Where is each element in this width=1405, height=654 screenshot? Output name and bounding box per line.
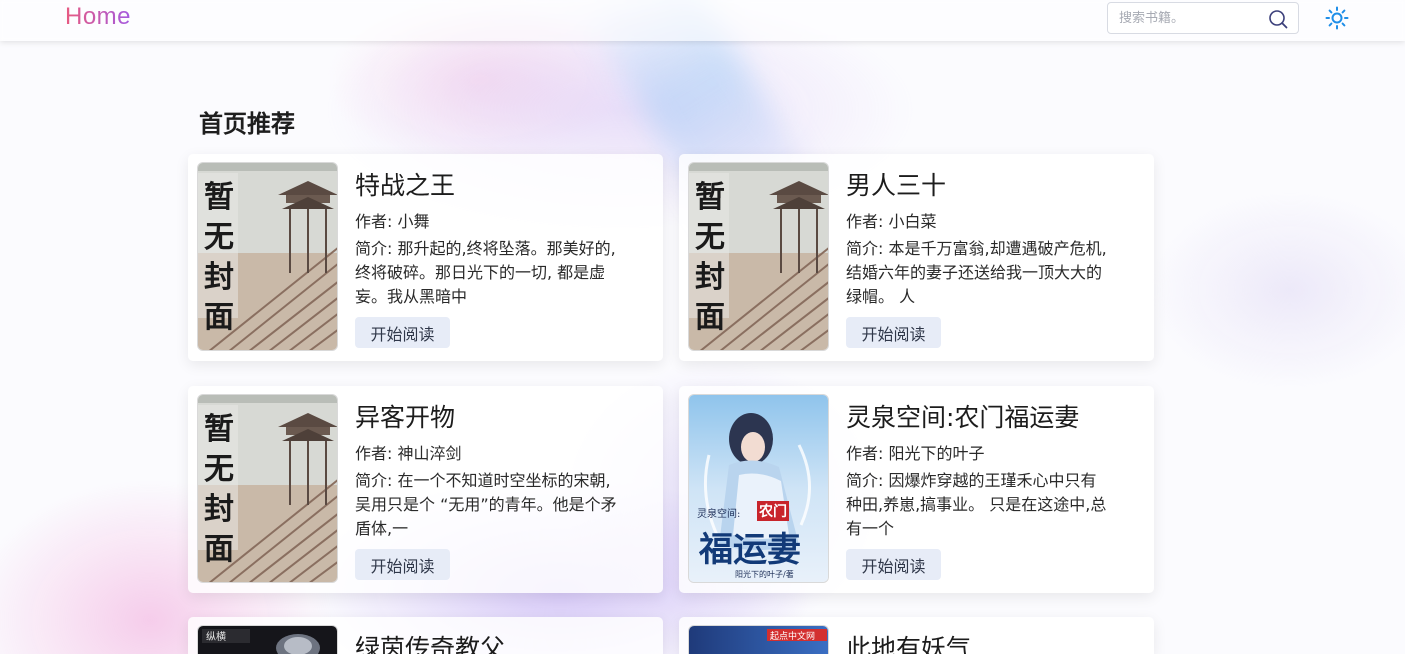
book-cover[interactable]: 灵泉空间: 农门 福运妻 阳光下的叶子/著 bbox=[688, 394, 829, 583]
cover-placeholder-char: 封 bbox=[204, 492, 234, 527]
cover-seal-text: 农门 bbox=[758, 503, 787, 520]
book-cover[interactable]: 暂 无 封 面 bbox=[197, 394, 338, 583]
book-card[interactable]: 起点中文网 此地有妖气 bbox=[679, 617, 1154, 654]
cover-brand-text: 起点中文网 bbox=[770, 630, 815, 642]
start-reading-button[interactable]: 开始阅读 bbox=[846, 549, 941, 580]
cover-placeholder-char: 暂 bbox=[695, 180, 725, 215]
top-navbar: Home bbox=[0, 0, 1405, 41]
cover-placeholder-char: 面 bbox=[204, 532, 234, 567]
search-input[interactable] bbox=[1108, 3, 1258, 33]
book-card[interactable]: 暂 无 封 面 特战之王 作者: 小舞 简介: 那升起的,终将坠落。那美好的,终… bbox=[188, 154, 663, 361]
cover-placeholder-char: 面 bbox=[204, 300, 234, 335]
section-title: 首页推荐 bbox=[199, 110, 295, 138]
book-card[interactable]: 暂 无 封 面 男人三十 作者: 小白菜 简介: 本是千万富翁,却遭遇破产危机,… bbox=[679, 154, 1154, 361]
cover-author-text: 阳光下的叶子/著 bbox=[735, 569, 794, 579]
book-cover[interactable]: 起点中文网 bbox=[688, 625, 829, 654]
cover-placeholder-char: 无 bbox=[695, 220, 725, 255]
book-title[interactable]: 异客开物 bbox=[355, 398, 455, 434]
search-box[interactable] bbox=[1107, 2, 1299, 34]
cover-big-text: 福运妻 bbox=[698, 530, 801, 570]
book-description: 简介: 在一个不知道时空坐标的宋朝,吴用只是个 “无用”的青年。他是个矛盾体,一 bbox=[355, 471, 617, 538]
book-title[interactable]: 男人三十 bbox=[846, 166, 946, 202]
book-cover[interactable]: 暂 无 封 面 bbox=[688, 162, 829, 351]
cover-placeholder-char: 暂 bbox=[204, 180, 234, 215]
cover-brand-text: 纵横 bbox=[206, 630, 226, 643]
book-author: 作者: 小白菜 bbox=[846, 212, 937, 231]
cover-placeholder-char: 封 bbox=[204, 260, 234, 295]
book-author: 作者: 阳光下的叶子 bbox=[846, 444, 985, 463]
start-reading-button[interactable]: 开始阅读 bbox=[355, 549, 450, 580]
book-description: 简介: 本是千万富翁,却遭遇破产危机,结婚六年的妻子还送给我一顶大大的绿帽。 人 bbox=[846, 239, 1107, 306]
book-description: 简介: 因爆炸穿越的王瑾禾心中只有种田,养崽,搞事业。 只是在这途中,总有一个 bbox=[846, 471, 1107, 538]
start-reading-button[interactable]: 开始阅读 bbox=[846, 317, 941, 348]
book-title[interactable]: 特战之王 bbox=[355, 166, 455, 202]
book-card[interactable]: 暂 无 封 面 异客开物 作者: 神山淬剑 简介: 在一个不知道时空坐标的宋朝,… bbox=[188, 386, 663, 593]
cover-placeholder-char: 无 bbox=[204, 452, 234, 487]
book-card[interactable]: 灵泉空间: 农门 福运妻 阳光下的叶子/著 灵泉空间:农门福运妻 作者: 阳光下… bbox=[679, 386, 1154, 593]
book-cover[interactable]: 纵横 bbox=[197, 625, 338, 654]
search-icon[interactable] bbox=[1268, 9, 1288, 29]
cover-placeholder-char: 封 bbox=[695, 260, 725, 295]
book-author: 作者: 小舞 bbox=[355, 212, 430, 231]
cover-placeholder-char: 无 bbox=[204, 220, 234, 255]
book-title[interactable]: 绿茵传奇教父 bbox=[355, 629, 505, 654]
cover-placeholder-char: 面 bbox=[695, 300, 725, 335]
book-cover[interactable]: 暂 无 封 面 bbox=[197, 162, 338, 351]
book-title[interactable]: 此地有妖气 bbox=[846, 629, 971, 654]
start-reading-button[interactable]: 开始阅读 bbox=[355, 317, 450, 348]
home-logo[interactable]: Home bbox=[65, 3, 131, 31]
book-card[interactable]: 纵横 绿茵传奇教父 bbox=[188, 617, 663, 654]
book-title[interactable]: 灵泉空间:农门福运妻 bbox=[846, 398, 1079, 434]
cover-placeholder-char: 暂 bbox=[204, 412, 234, 447]
sun-theme-toggle-icon[interactable] bbox=[1325, 6, 1349, 30]
book-description: 简介: 那升起的,终将坠落。那美好的,终将破碎。那日光下的一切, 都是虚妄。我从… bbox=[355, 239, 616, 306]
book-author: 作者: 神山淬剑 bbox=[355, 444, 462, 463]
cover-top-text: 灵泉空间: bbox=[697, 507, 740, 520]
